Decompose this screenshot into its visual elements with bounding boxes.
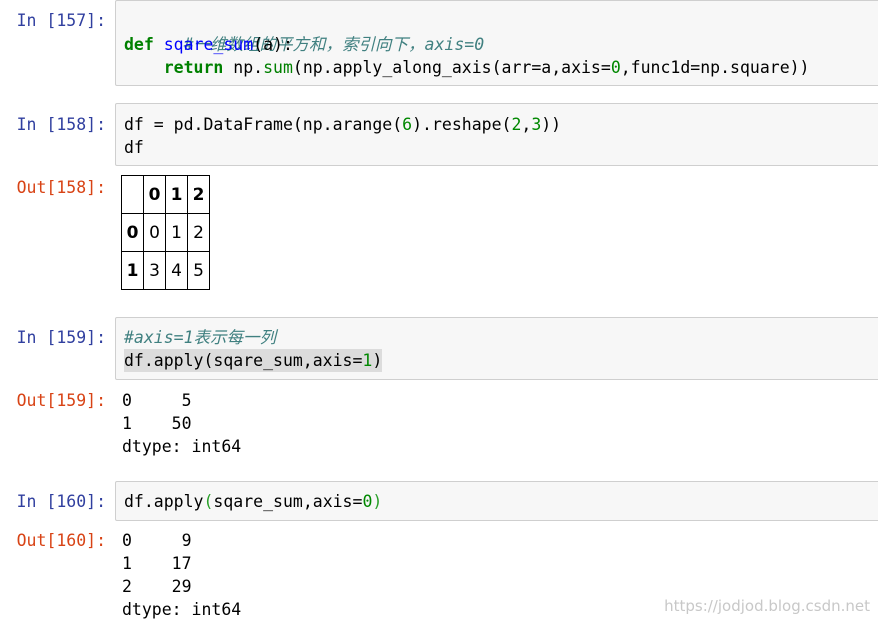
bracket-open: ( bbox=[203, 492, 214, 511]
dataframe-table: 0 1 2 0 0 1 2 1 3 4 5 bbox=[121, 175, 210, 290]
number-literal: 6 bbox=[402, 115, 413, 134]
code-line: def sqare_sum(a): bbox=[124, 33, 293, 56]
code-text: ) bbox=[372, 351, 383, 370]
input-prompt-157: In [157]: bbox=[16, 11, 106, 30]
code-comment: #axis=1表示每一列 bbox=[124, 328, 277, 347]
table-header-cell: 2 bbox=[187, 175, 210, 214]
table-index-cell: 1 bbox=[121, 251, 144, 290]
bracket-close: ) bbox=[372, 492, 383, 511]
output-prompt-159: Out[159]: bbox=[16, 391, 106, 410]
table-header-cell: 0 bbox=[143, 175, 166, 214]
output-prompt-158: Out[158]: bbox=[16, 178, 106, 197]
table-header-row: 0 1 2 bbox=[121, 175, 210, 214]
table-row: 1 3 4 5 bbox=[121, 251, 210, 290]
watermark: https://jodjod.blog.csdn.net bbox=[664, 597, 870, 615]
code-text: ,func1d=np.square)) bbox=[620, 58, 810, 77]
code-text: df bbox=[124, 138, 144, 157]
notebook-page: In [157]: #一维数组的平方和，索引向下，axis=0 def sqar… bbox=[0, 0, 878, 623]
code-line: df = pd.DataFrame(np.arange(6).reshape(2… bbox=[124, 113, 561, 136]
code-text: df.apply(sqare_sum,axis= bbox=[124, 351, 363, 370]
code-line: return np.sum(np.apply_along_axis(arr=a,… bbox=[124, 56, 810, 79]
code-text: sqare_sum,axis= bbox=[213, 492, 363, 511]
output-line: dtype: int64 bbox=[122, 437, 242, 456]
output-line: 0 5 bbox=[122, 391, 192, 410]
table-header-cell: 1 bbox=[165, 175, 188, 214]
code-text: , bbox=[521, 115, 532, 134]
code-cell-157[interactable]: #一维数组的平方和，索引向下，axis=0 def sqare_sum(a): … bbox=[115, 0, 878, 86]
table-cell: 3 bbox=[143, 251, 166, 290]
function-name: sqare_sum bbox=[163, 35, 254, 54]
table-cell: 5 bbox=[187, 251, 210, 290]
code-cell-158[interactable]: df = pd.DataFrame(np.arange(6).reshape(2… bbox=[115, 103, 878, 166]
code-text: (np.apply_along_axis(arr=a,axis= bbox=[292, 58, 611, 77]
output-prompt-160: Out[160]: bbox=[16, 531, 106, 550]
output-line: 2 29 bbox=[122, 577, 192, 596]
table-header-cell bbox=[121, 175, 144, 214]
input-prompt-159: In [159]: bbox=[16, 328, 106, 347]
code-text: df = pd.DataFrame(np.arange( bbox=[124, 115, 403, 134]
number-literal: 0 bbox=[610, 58, 621, 77]
code-text: np. bbox=[223, 58, 264, 77]
code-cell-159[interactable]: #axis=1表示每一列 df.apply(sqare_sum,axis=1) bbox=[115, 317, 878, 380]
keyword-return: return bbox=[163, 58, 224, 77]
table-cell: 4 bbox=[165, 251, 188, 290]
input-prompt-160: In [160]: bbox=[16, 492, 106, 511]
function-args: (a): bbox=[253, 35, 293, 54]
keyword-def: def bbox=[124, 35, 154, 54]
code-line: df bbox=[124, 136, 144, 159]
code-cell-160[interactable]: df.apply(sqare_sum,axis=0) bbox=[115, 481, 878, 521]
output-line: 1 17 bbox=[122, 554, 192, 573]
code-text: ).reshape( bbox=[412, 115, 512, 134]
code-text: df.apply bbox=[124, 492, 204, 511]
output-line: 0 9 bbox=[122, 531, 192, 550]
table-index-cell: 0 bbox=[121, 213, 144, 252]
code-text: )) bbox=[541, 115, 562, 134]
builtin-sum: sum bbox=[263, 58, 293, 77]
table-cell: 2 bbox=[187, 213, 210, 252]
table-row: 0 0 1 2 bbox=[121, 213, 210, 252]
number-literal: 1 bbox=[362, 351, 373, 370]
input-prompt-158: In [158]: bbox=[16, 115, 106, 134]
number-literal: 0 bbox=[362, 492, 373, 511]
code-line: df.apply(sqare_sum,axis=1) bbox=[124, 349, 383, 372]
table-cell: 0 bbox=[143, 213, 166, 252]
code-line: df.apply(sqare_sum,axis=0) bbox=[124, 490, 382, 513]
code-line: #axis=1表示每一列 bbox=[124, 326, 276, 349]
number-literal: 3 bbox=[531, 115, 542, 134]
number-literal: 2 bbox=[511, 115, 522, 134]
output-line: dtype: int64 bbox=[122, 600, 242, 619]
output-line: 1 50 bbox=[122, 414, 192, 433]
table-cell: 1 bbox=[165, 213, 188, 252]
